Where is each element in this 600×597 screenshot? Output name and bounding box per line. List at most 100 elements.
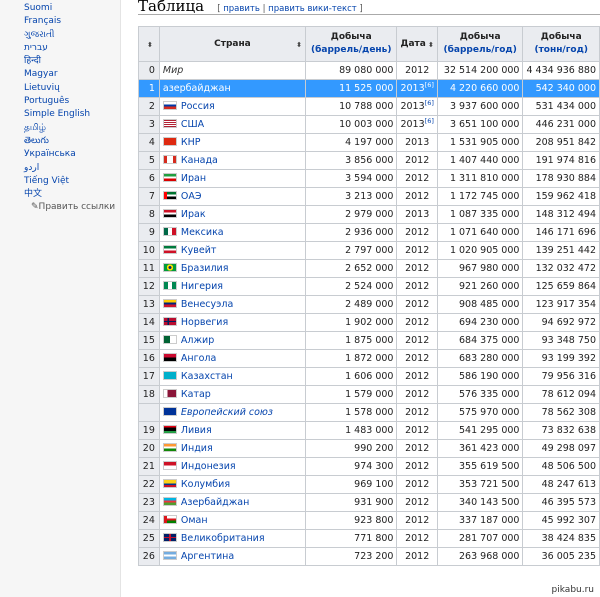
country-name[interactable]: Казахстан: [181, 371, 233, 382]
country-name[interactable]: Норвегия: [181, 317, 228, 328]
header-prod-year[interactable]: Добыча (баррель/год): [436, 26, 524, 62]
country-name[interactable]: Великобритания: [181, 533, 265, 544]
language-link[interactable]: 中文: [24, 188, 120, 201]
country-name[interactable]: Мир: [163, 65, 183, 76]
country-cell[interactable]: Норвегия: [158, 313, 307, 332]
country-cell[interactable]: Великобритания: [158, 529, 307, 548]
language-link[interactable]: Français: [24, 15, 120, 28]
language-link[interactable]: Українська: [24, 148, 120, 161]
country-name[interactable]: Иран: [181, 173, 206, 184]
country-cell[interactable]: Аргентина: [158, 547, 307, 566]
country-cell[interactable]: США: [158, 115, 307, 134]
country-cell[interactable]: Оман: [158, 511, 307, 530]
country-name[interactable]: Индонезия: [181, 461, 236, 472]
production-day-cell: 2 652 000: [305, 259, 398, 278]
language-link[interactable]: Português: [24, 95, 120, 108]
edit-section-link[interactable]: править: [223, 4, 260, 14]
section-heading: Таблица [ править | править вики-текст ]: [138, 0, 600, 15]
country-cell[interactable]: Казахстан: [158, 367, 307, 386]
country-cell[interactable]: Мексика: [158, 223, 307, 242]
edit-source-link[interactable]: править вики-текст: [268, 4, 357, 14]
country-name[interactable]: Ангола: [181, 353, 216, 364]
country-name[interactable]: Мексика: [181, 227, 224, 238]
country-cell[interactable]: Мир: [158, 61, 307, 80]
country-cell[interactable]: азербайджан: [158, 79, 307, 98]
country-name[interactable]: Венесуэла: [181, 299, 233, 310]
country-cell[interactable]: Нигерия: [158, 277, 307, 296]
production-day-cell: 2 979 000: [305, 205, 398, 224]
country-name[interactable]: Алжир: [181, 335, 214, 346]
date-value: 2012: [405, 425, 430, 436]
country-cell[interactable]: Индия: [158, 439, 307, 458]
country-name[interactable]: Бразилия: [181, 263, 229, 274]
country-name[interactable]: Канада: [181, 155, 218, 166]
country-name[interactable]: Колумбия: [181, 479, 230, 490]
country-cell[interactable]: Венесуэла: [158, 295, 307, 314]
production-tons-cell: 78 612 094: [522, 385, 600, 404]
rank-cell: 16: [138, 349, 160, 368]
country-name[interactable]: Россия: [181, 101, 215, 112]
country-name[interactable]: ОАЭ: [181, 191, 202, 202]
country-cell[interactable]: Ирак: [158, 205, 307, 224]
date-value: 2012: [405, 155, 430, 166]
country-cell[interactable]: Бразилия: [158, 259, 307, 278]
country-name[interactable]: Нигерия: [181, 281, 223, 292]
edit-links-link[interactable]: ✎Править ссылки: [0, 201, 120, 213]
country-name[interactable]: Аргентина: [181, 551, 234, 562]
country-name[interactable]: азербайджан: [163, 83, 231, 94]
country-cell[interactable]: Алжир: [158, 331, 307, 350]
country-name[interactable]: Катар: [181, 389, 211, 400]
country-cell[interactable]: Ангола: [158, 349, 307, 368]
production-year-cell: 967 980 000: [436, 259, 524, 278]
country-name[interactable]: Кувейт: [181, 245, 217, 256]
language-link[interactable]: ગુજરાતી: [24, 29, 120, 42]
country-cell[interactable]: Азербайджан: [158, 493, 307, 512]
country-name[interactable]: Европейский союз: [181, 407, 273, 418]
flag-icon: [162, 155, 177, 164]
language-link[interactable]: Magyar: [24, 68, 120, 81]
country-cell[interactable]: КНР: [158, 133, 307, 152]
reference-link[interactable]: [6]: [425, 99, 434, 107]
language-link[interactable]: తెలుగు: [24, 135, 120, 148]
country-cell[interactable]: Россия: [158, 97, 307, 116]
country-cell[interactable]: Катар: [158, 385, 307, 404]
country-name[interactable]: Азербайджан: [181, 497, 249, 508]
country-cell[interactable]: Индонезия: [158, 457, 307, 476]
language-link[interactable]: اردو: [24, 162, 120, 175]
country-cell[interactable]: Кувейт: [158, 241, 307, 260]
language-link[interactable]: Suomi: [24, 2, 120, 15]
production-year-cell: 337 187 000: [436, 511, 524, 530]
header-date[interactable]: Дата ⬍: [396, 26, 438, 62]
rank-cell: 6: [138, 169, 160, 188]
country-name[interactable]: Индия: [181, 443, 213, 454]
language-link[interactable]: Tiếng Việt: [24, 175, 120, 188]
sort-icon[interactable]: ⬍: [296, 39, 302, 52]
country-name[interactable]: Оман: [181, 515, 208, 526]
production-tons-cell: 79 956 316: [522, 367, 600, 386]
language-link[interactable]: Lietuvių: [24, 82, 120, 95]
country-cell[interactable]: Колумбия: [158, 475, 307, 494]
language-link[interactable]: தமிழ்: [24, 122, 120, 135]
country-cell[interactable]: Канада: [158, 151, 307, 170]
header-country[interactable]: Страна ⬍: [158, 26, 307, 62]
country-cell[interactable]: Европейский союз: [158, 403, 307, 422]
header-prod-tons[interactable]: Добыча (тонн/год): [522, 26, 600, 62]
country-name[interactable]: США: [181, 119, 204, 130]
country-cell[interactable]: ОАЭ: [158, 187, 307, 206]
language-link[interactable]: עברית: [24, 42, 120, 55]
sort-icon[interactable]: ⬍: [428, 39, 434, 52]
header-rank[interactable]: ⬍: [138, 26, 160, 62]
production-tons-cell: 159 962 418: [522, 187, 600, 206]
reference-link[interactable]: [6]: [425, 117, 434, 125]
country-cell[interactable]: Иран: [158, 169, 307, 188]
flag-icon: [162, 353, 177, 362]
country-cell[interactable]: Ливия: [158, 421, 307, 440]
country-name[interactable]: Ирак: [181, 209, 206, 220]
reference-link[interactable]: [6]: [425, 81, 434, 89]
header-prod-day[interactable]: Добыча (баррель/день): [305, 26, 398, 62]
sort-icon[interactable]: ⬍: [147, 39, 153, 52]
country-name[interactable]: Ливия: [181, 425, 212, 436]
country-name[interactable]: КНР: [181, 137, 201, 148]
language-link[interactable]: Simple English: [24, 108, 120, 121]
language-link[interactable]: हिन्दी: [24, 55, 120, 68]
